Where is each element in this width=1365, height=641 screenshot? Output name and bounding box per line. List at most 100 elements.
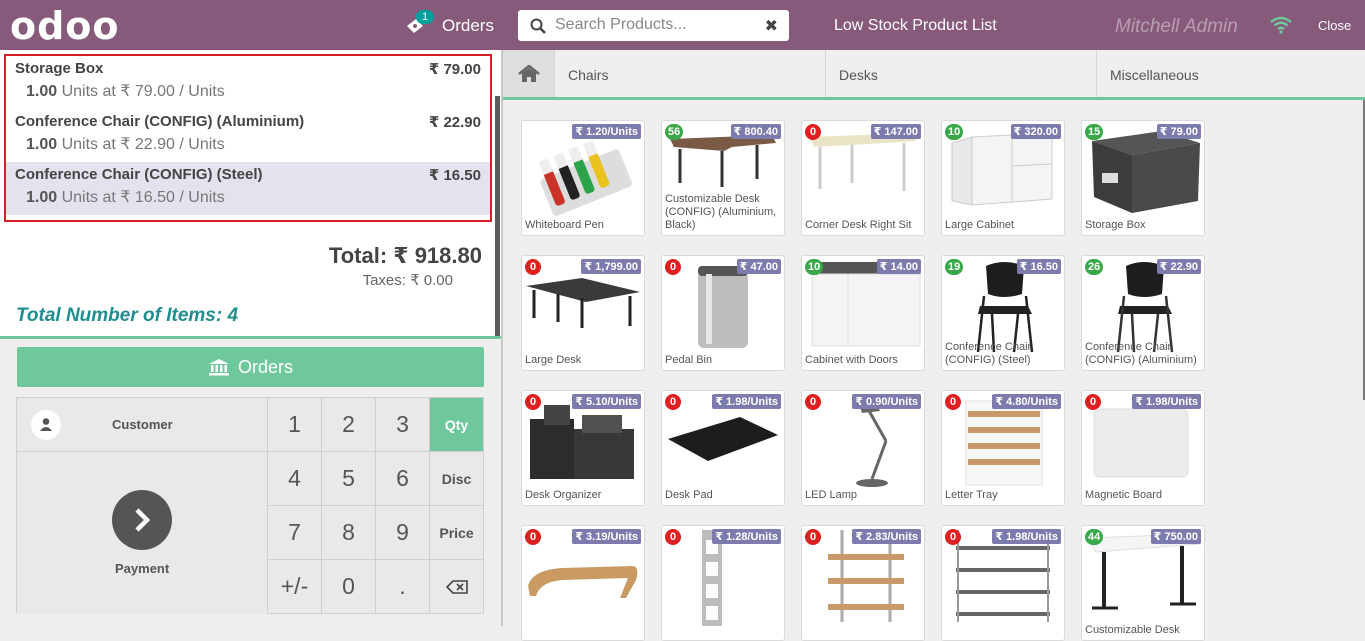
product-card[interactable]: 0 ₹ 1.98/Units Magnetic Board — [1081, 390, 1205, 506]
numpad-key-plus-minus[interactable]: +/- — [268, 560, 322, 614]
close-button[interactable]: Close — [1318, 18, 1351, 33]
low-stock-list-link[interactable]: Low Stock Product List — [834, 17, 997, 35]
price-tag: ₹ 79.00 — [1156, 124, 1201, 139]
price-tag: ₹ 320.00 — [1010, 124, 1061, 139]
numpad-key-4[interactable]: 4 — [268, 452, 322, 506]
ticket-icon: 1 — [404, 10, 435, 36]
order-line-selected[interactable]: Conference Chair (CONFIG) (Steel) ₹ 16.5… — [6, 162, 490, 215]
product-card[interactable]: 0 ₹ 4.80/Units Letter Tray — [941, 390, 1065, 506]
order-line-price: ₹ 79.00 — [428, 61, 481, 78]
order-line[interactable]: Storage Box ₹ 79.00 1.00 Units at ₹ 79.0… — [6, 56, 490, 109]
mode-qty-button[interactable]: Qty — [430, 398, 484, 452]
numpad-key-6[interactable]: 6 — [376, 452, 430, 506]
product-name: Pedal Bin — [665, 354, 713, 366]
numpad-key-5[interactable]: 5 — [322, 452, 376, 506]
price-tag: ₹ 2.83/Units — [852, 529, 921, 544]
category-bar: Chairs Desks Miscellaneous — [503, 50, 1365, 100]
stock-badge: 19 — [945, 259, 964, 275]
order-line-info: 1.00 Units at ₹ 16.50 / Units — [26, 187, 225, 207]
numpad-key-8[interactable]: 8 — [322, 506, 376, 560]
numpad-key-9[interactable]: 9 — [376, 506, 430, 560]
product-card[interactable]: 15 ₹ 79.00 Storage Box — [1081, 120, 1205, 236]
order-lines: Storage Box ₹ 79.00 1.00 Units at ₹ 79.0… — [4, 54, 492, 222]
price-tag: ₹ 1.98/Units — [992, 529, 1061, 544]
product-name: Conference Chair (CONFIG) (Aluminium) — [1085, 341, 1197, 366]
numpad-key-3[interactable]: 3 — [376, 398, 430, 452]
customer-button[interactable]: Customer — [17, 398, 268, 452]
order-line-info: 1.00 Units at ₹ 22.90 / Units — [26, 134, 225, 154]
product-card[interactable]: 0 ₹ 147.00 Corner Desk Right Sit — [801, 120, 925, 236]
numpad-key-1[interactable]: 1 — [268, 398, 322, 452]
product-card[interactable]: 0 ₹ 0.90/Units LED Lamp — [801, 390, 925, 506]
home-icon — [517, 64, 540, 82]
product-card[interactable]: 0 ₹ 1,799.00 Large Desk — [521, 255, 645, 371]
order-line-info: 1.00 Units at ₹ 79.00 / Units — [26, 81, 225, 101]
product-card[interactable]: 56 ₹ 800.40 Customizable Desk (CONFIG) (Al… — [661, 120, 785, 236]
stock-badge: 0 — [665, 394, 681, 410]
product-card[interactable]: 26 ₹ 22.90 Conference Chair (CONFIG) (Alum… — [1081, 255, 1205, 371]
order-line[interactable]: Conference Chair (CONFIG) (Aluminium) ₹ … — [6, 109, 490, 162]
product-card[interactable]: 0 ₹ 1.98/Units — [941, 525, 1065, 641]
orders-ticket-button[interactable]: 1 Orders — [404, 10, 494, 36]
price-tag: ₹ 5.10/Units — [572, 394, 641, 409]
order-total: Total: ₹ 918.80 — [328, 243, 482, 268]
product-card[interactable]: 0 ₹ 2.83/Units — [801, 525, 925, 641]
user-icon — [31, 410, 61, 440]
category-miscellaneous[interactable]: Miscellaneous — [1097, 50, 1365, 97]
user-name: Mitchell Admin — [1115, 16, 1238, 37]
orders-count-badge: 1 — [416, 10, 435, 24]
product-card[interactable]: 0 ₹ 1.98/Units Desk Pad — [661, 390, 785, 506]
control-panel: Orders Customer Payment 1 2 3 Qty 4 5 6 … — [0, 336, 501, 626]
product-card[interactable]: 10 ₹ 14.00 Cabinet with Doors — [801, 255, 925, 371]
mode-disc-button[interactable]: Disc — [430, 452, 484, 506]
home-category-button[interactable] — [503, 50, 555, 97]
orders-button[interactable]: Orders — [17, 347, 484, 387]
price-tag: ₹ 750.00 — [1150, 529, 1201, 544]
product-screen: Chairs Desks Miscellaneous ₹ 1.20/Units W… — [501, 50, 1365, 641]
backspace-button[interactable] — [430, 560, 484, 614]
product-card[interactable]: 10 ₹ 320.00 Large Cabinet — [941, 120, 1065, 236]
search-input[interactable] — [555, 14, 755, 36]
product-card[interactable]: ₹ 1.20/Units Whiteboard Pen — [521, 120, 645, 236]
backspace-icon — [445, 579, 468, 594]
numpad-key-dot[interactable]: . — [376, 560, 430, 614]
product-name: Desk Pad — [665, 489, 713, 501]
top-bar: odoo 1 Orders ✖ Low Stock Product List M… — [0, 0, 1365, 50]
numpad-key-0[interactable]: 0 — [322, 560, 376, 614]
stock-badge: 10 — [805, 259, 824, 275]
stock-badge: 0 — [805, 124, 821, 140]
product-card[interactable]: 0 ₹ 47.00 Pedal Bin — [661, 255, 785, 371]
product-name: Conference Chair (CONFIG) (Steel) — [945, 341, 1032, 366]
numpad-key-2[interactable]: 2 — [322, 398, 376, 452]
numpad-key-7[interactable]: 7 — [268, 506, 322, 560]
total-items-count: Total Number of Items: 4 — [16, 305, 239, 326]
payment-button[interactable]: Payment — [17, 452, 268, 614]
clear-search-icon[interactable]: ✖ — [765, 16, 778, 36]
mode-price-button[interactable]: Price — [430, 506, 484, 560]
product-name: Large Cabinet — [945, 219, 1015, 231]
stock-badge: 0 — [945, 394, 961, 410]
stock-badge: 56 — [665, 124, 684, 140]
product-card[interactable]: 0 ₹ 1.28/Units — [661, 525, 785, 641]
order-line-name: Conference Chair (CONFIG) (Steel) — [15, 166, 263, 183]
product-card[interactable]: 44 ₹ 750.00 Customizable Desk — [1081, 525, 1205, 641]
price-tag: ₹ 47.00 — [736, 259, 781, 274]
category-desks[interactable]: Desks — [826, 50, 1097, 97]
product-card[interactable]: 0 ₹ 5.10/Units Desk Organizer — [521, 390, 645, 506]
product-card[interactable]: 0 ₹ 3.19/Units — [521, 525, 645, 641]
product-card[interactable]: 19 ₹ 16.50 Conference Chair (CONFIG) (Stee… — [941, 255, 1065, 371]
stock-badge: 44 — [1085, 529, 1104, 545]
order-line-unit-info: Units at ₹ 16.50 / Units — [57, 189, 225, 206]
product-name: Whiteboard Pen — [525, 219, 604, 231]
order-line-qty: 1.00 — [26, 83, 58, 100]
order-line-qty: 1.00 — [26, 136, 58, 153]
stock-badge: 0 — [805, 394, 821, 410]
category-chairs[interactable]: Chairs — [555, 50, 826, 97]
bank-icon — [208, 359, 229, 376]
price-tag: ₹ 3.19/Units — [572, 529, 641, 544]
order-scrollbar[interactable] — [495, 96, 500, 336]
product-name: Storage Box — [1085, 219, 1146, 231]
price-tag: ₹ 16.50 — [1016, 259, 1061, 274]
order-line-unit-info: Units at ₹ 22.90 / Units — [57, 136, 225, 153]
orders-label: Orders — [442, 16, 494, 35]
